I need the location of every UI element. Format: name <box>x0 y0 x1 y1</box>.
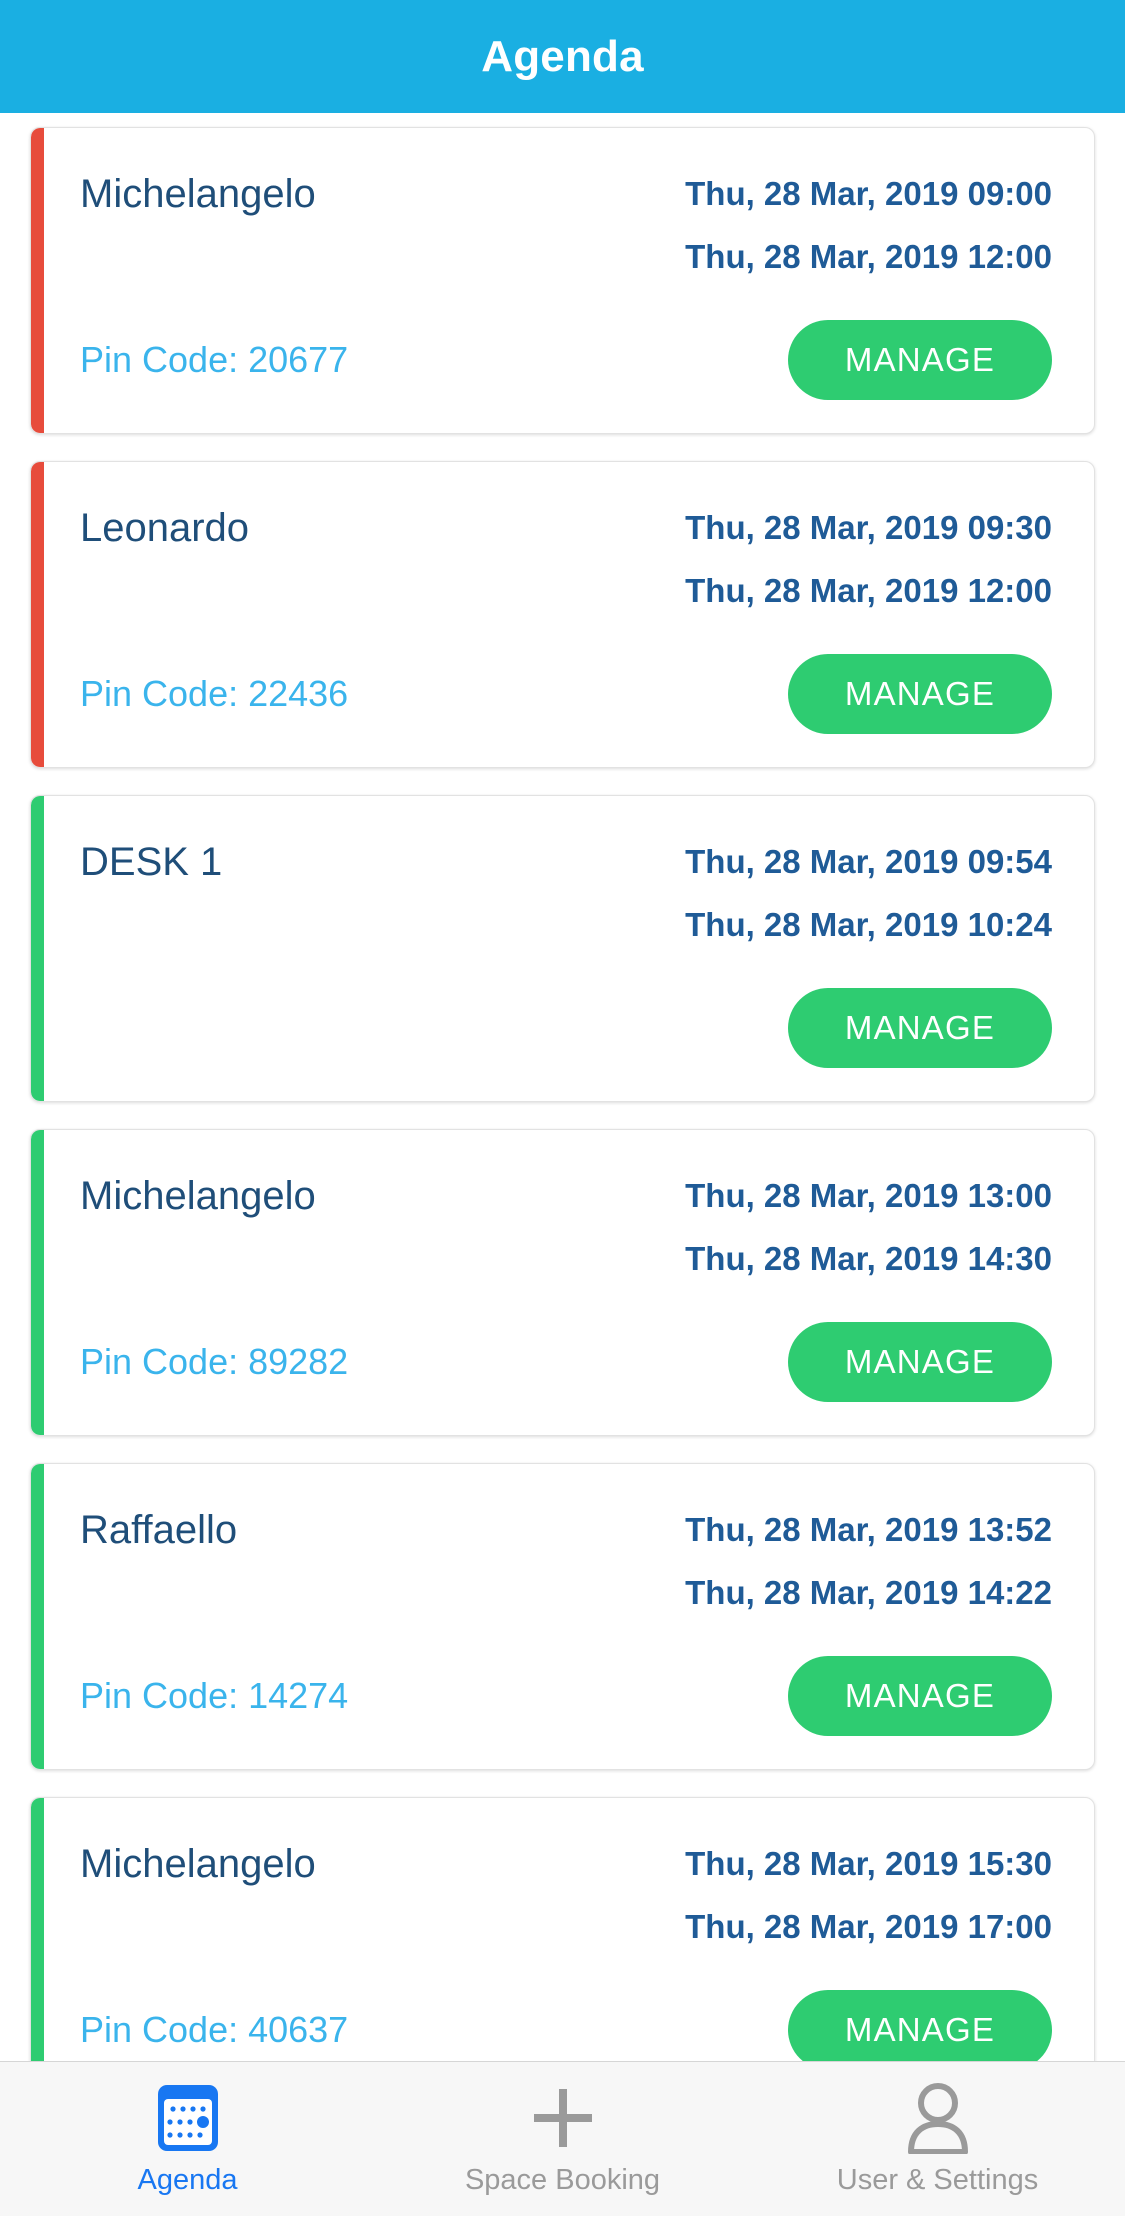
pin-code-label: Pin Code: 22436 <box>80 673 349 714</box>
end-datetime: Thu, 28 Mar, 2019 17:00 <box>685 1908 1052 1945</box>
manage-button[interactable]: MANAGE <box>788 1990 1052 2070</box>
calendar-icon <box>151 2081 225 2155</box>
start-datetime: Thu, 28 Mar, 2019 15:30 <box>685 1845 1052 1882</box>
card-bottom-row: Pin Code: 20677 MANAGE <box>44 320 1094 400</box>
card-body: Michelangelo Thu, 28 Mar, 2019 09:00 Thu… <box>44 128 1094 433</box>
tab-user-settings[interactable]: User & Settings <box>750 2081 1125 2197</box>
booking-title: DESK 1 <box>80 840 223 884</box>
start-datetime: Thu, 28 Mar, 2019 13:00 <box>685 1177 1052 1214</box>
end-datetime: Thu, 28 Mar, 2019 10:24 <box>685 906 1052 943</box>
status-accent-bar <box>31 462 44 767</box>
pin-code-label: Pin Code: 20677 <box>80 339 349 380</box>
booking-title: Raffaello <box>80 1508 238 1552</box>
tab-agenda[interactable]: Agenda <box>0 2081 375 2197</box>
tab-label-space-booking: Space Booking <box>464 2164 661 2196</box>
status-accent-bar <box>31 796 44 1101</box>
booking-dates: Thu, 28 Mar, 2019 13:52 Thu, 28 Mar, 201… <box>685 1508 1052 1611</box>
card-bottom-row: Pin Code: 40637 MANAGE <box>44 1990 1094 2070</box>
pin-code-label: Pin Code: 14274 <box>80 1675 349 1716</box>
card-top-row: Leonardo Thu, 28 Mar, 2019 09:30 Thu, 28… <box>44 462 1094 609</box>
manage-button[interactable]: MANAGE <box>788 654 1052 734</box>
card-body: Raffaello Thu, 28 Mar, 2019 13:52 Thu, 2… <box>44 1464 1094 1769</box>
booking-title: Michelangelo <box>80 172 316 216</box>
manage-button[interactable]: MANAGE <box>788 1656 1052 1736</box>
card-body: Leonardo Thu, 28 Mar, 2019 09:30 Thu, 28… <box>44 462 1094 767</box>
end-datetime: Thu, 28 Mar, 2019 14:22 <box>685 1574 1052 1611</box>
card-top-row: Raffaello Thu, 28 Mar, 2019 13:52 Thu, 2… <box>44 1464 1094 1611</box>
card-body: Michelangelo Thu, 28 Mar, 2019 15:30 Thu… <box>44 1798 1094 2103</box>
agenda-list[interactable]: Michelangelo Thu, 28 Mar, 2019 09:00 Thu… <box>0 113 1125 2216</box>
plus-icon <box>526 2081 600 2155</box>
booking-title: Leonardo <box>80 506 250 550</box>
end-datetime: Thu, 28 Mar, 2019 14:30 <box>685 1240 1052 1277</box>
card-top-row: Michelangelo Thu, 28 Mar, 2019 15:30 Thu… <box>44 1798 1094 1945</box>
pin-code-label: Pin Code: 89282 <box>80 1341 349 1382</box>
manage-button[interactable]: MANAGE <box>788 1322 1052 1402</box>
start-datetime: Thu, 28 Mar, 2019 09:54 <box>685 843 1052 880</box>
card-bottom-row: Pin Code: 22436 MANAGE <box>44 654 1094 734</box>
agenda-card[interactable]: Michelangelo Thu, 28 Mar, 2019 13:00 Thu… <box>30 1129 1095 1436</box>
booking-dates: Thu, 28 Mar, 2019 09:30 Thu, 28 Mar, 201… <box>685 506 1052 609</box>
agenda-card[interactable]: Leonardo Thu, 28 Mar, 2019 09:30 Thu, 28… <box>30 461 1095 768</box>
person-icon <box>901 2081 975 2155</box>
start-datetime: Thu, 28 Mar, 2019 09:30 <box>685 509 1052 546</box>
agenda-card[interactable]: Michelangelo Thu, 28 Mar, 2019 15:30 Thu… <box>30 1797 1095 2104</box>
page-title: Agenda <box>481 31 644 81</box>
pin-code-label: Pin Code: 40637 <box>80 2009 349 2050</box>
status-accent-bar <box>31 1130 44 1435</box>
card-bottom-row: Pin Code: 89282 MANAGE <box>44 1322 1094 1402</box>
agenda-card[interactable]: DESK 1 Thu, 28 Mar, 2019 09:54 Thu, 28 M… <box>30 795 1095 1102</box>
tab-space-booking[interactable]: Space Booking <box>375 2081 750 2197</box>
booking-dates: Thu, 28 Mar, 2019 13:00 Thu, 28 Mar, 201… <box>685 1174 1052 1277</box>
booking-title: Michelangelo <box>80 1842 316 1886</box>
tab-label-user-settings: User & Settings <box>836 2164 1039 2196</box>
end-datetime: Thu, 28 Mar, 2019 12:00 <box>685 572 1052 609</box>
start-datetime: Thu, 28 Mar, 2019 13:52 <box>685 1511 1052 1548</box>
start-datetime: Thu, 28 Mar, 2019 09:00 <box>685 175 1052 212</box>
end-datetime: Thu, 28 Mar, 2019 12:00 <box>685 238 1052 275</box>
booking-dates: Thu, 28 Mar, 2019 09:00 Thu, 28 Mar, 201… <box>685 172 1052 275</box>
manage-button[interactable]: MANAGE <box>788 988 1052 1068</box>
booking-dates: Thu, 28 Mar, 2019 15:30 Thu, 28 Mar, 201… <box>685 1842 1052 1945</box>
agenda-screen: Agenda Michelangelo Thu, 28 Mar, 2019 09… <box>0 0 1125 2216</box>
card-top-row: Michelangelo Thu, 28 Mar, 2019 09:00 Thu… <box>44 128 1094 275</box>
card-top-row: DESK 1 Thu, 28 Mar, 2019 09:54 Thu, 28 M… <box>44 796 1094 943</box>
booking-dates: Thu, 28 Mar, 2019 09:54 Thu, 28 Mar, 201… <box>685 840 1052 943</box>
status-accent-bar <box>31 1798 44 2103</box>
bottom-tab-bar: Agenda Space Booking User & Settings <box>0 2061 1125 2216</box>
tab-label-agenda: Agenda <box>137 2164 238 2196</box>
status-accent-bar <box>31 128 44 433</box>
card-top-row: Michelangelo Thu, 28 Mar, 2019 13:00 Thu… <box>44 1130 1094 1277</box>
card-body: DESK 1 Thu, 28 Mar, 2019 09:54 Thu, 28 M… <box>44 796 1094 1101</box>
agenda-card[interactable]: Raffaello Thu, 28 Mar, 2019 13:52 Thu, 2… <box>30 1463 1095 1770</box>
card-bottom-row: Pin Code: 14274 MANAGE <box>44 1656 1094 1736</box>
card-bottom-row: MANAGE <box>44 988 1094 1068</box>
app-header: Agenda <box>0 0 1125 113</box>
agenda-card[interactable]: Michelangelo Thu, 28 Mar, 2019 09:00 Thu… <box>30 127 1095 434</box>
manage-button[interactable]: MANAGE <box>788 320 1052 400</box>
card-body: Michelangelo Thu, 28 Mar, 2019 13:00 Thu… <box>44 1130 1094 1435</box>
status-accent-bar <box>31 1464 44 1769</box>
booking-title: Michelangelo <box>80 1174 316 1218</box>
